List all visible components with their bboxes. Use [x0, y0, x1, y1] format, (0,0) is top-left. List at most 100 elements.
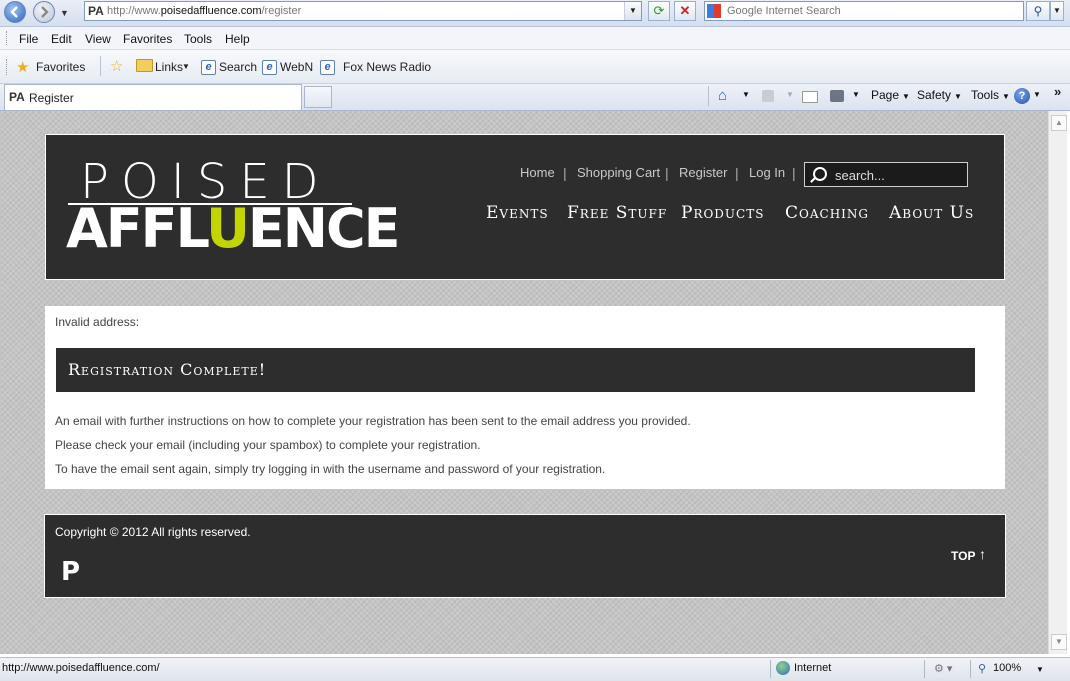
main-nav-coaching[interactable]: Coaching	[785, 203, 869, 223]
tab-title: Register	[29, 91, 74, 105]
main-content: Invalid address: Registration Complete! …	[45, 306, 1005, 489]
nav-home[interactable]: Home	[520, 165, 555, 180]
nav-shopping-cart[interactable]: Shopping Cart	[577, 165, 660, 180]
status-url: http://www.poisedaffluence.com/	[2, 662, 160, 674]
search-options-dropdown-icon[interactable]: ▼	[1050, 1, 1064, 21]
home-dropdown-icon[interactable]: ▼	[742, 90, 750, 99]
address-toolbar: ▼ PA http://www.poisedaffluence.com/regi…	[0, 0, 1070, 27]
help-dropdown-icon[interactable]: ▼	[1033, 90, 1041, 99]
main-nav-free-stuff[interactable]: Free Stuff	[567, 203, 667, 223]
nav-separator: |	[563, 165, 567, 181]
ie-page-icon: e	[320, 60, 335, 75]
tab-register[interactable]: PA Register	[4, 84, 302, 110]
status-divider	[970, 660, 971, 678]
nav-log-in[interactable]: Log In	[749, 165, 785, 180]
nav-separator: |	[735, 165, 739, 181]
print-dropdown-icon[interactable]: ▼	[852, 90, 860, 99]
search-icon	[813, 167, 827, 181]
page-viewport: POISED AFFLUENCE Home | Shopping Cart | …	[0, 111, 1048, 654]
stop-icon: ✕	[679, 3, 691, 18]
command-divider	[708, 86, 709, 106]
favorite-link-search[interactable]: Search	[219, 60, 257, 74]
scroll-up-icon[interactable]: ▲	[1051, 115, 1067, 131]
favorite-link-fox-news-radio[interactable]: Fox News Radio	[343, 60, 431, 74]
nav-register[interactable]: Register	[679, 165, 727, 180]
safety-menu-button[interactable]: Safety ▼	[917, 88, 962, 102]
address-url: http://www.poisedaffluence.com/register	[107, 5, 302, 17]
address-field[interactable]: PA http://www.poisedaffluence.com/regist…	[84, 1, 642, 21]
refresh-button[interactable]: ⟳	[648, 1, 670, 21]
status-bar: http://www.poisedaffluence.com/ Internet…	[0, 657, 1070, 681]
feeds-icon[interactable]	[762, 90, 774, 102]
home-icon[interactable]: ⌂	[718, 87, 727, 104]
web-search-button[interactable]: ⚲	[1026, 1, 1050, 21]
footer-logo: P	[61, 557, 81, 587]
ie-page-icon: e	[201, 60, 216, 75]
main-nav-products[interactable]: Products	[681, 203, 764, 223]
links-folder-icon	[136, 59, 153, 72]
web-search-field[interactable]: Google Internet Search	[704, 1, 1024, 21]
main-nav-about-us[interactable]: About Us	[889, 203, 974, 223]
new-tab-button[interactable]	[304, 86, 332, 108]
links-dropdown-icon[interactable]: ▼	[182, 62, 190, 71]
back-button[interactable]	[4, 1, 26, 23]
favorites-star-icon[interactable]: ★	[16, 58, 29, 76]
menu-help[interactable]: Help	[225, 32, 250, 46]
read-mail-icon[interactable]	[802, 91, 818, 103]
links-folder[interactable]: Links	[155, 60, 183, 74]
forward-button[interactable]	[33, 1, 55, 23]
feeds-dropdown-icon[interactable]: ▼	[786, 90, 794, 99]
refresh-icon: ⟳	[653, 3, 665, 18]
copyright-text: Copyright © 2012 All rights reserved.	[55, 525, 251, 539]
main-nav-events[interactable]: Events	[486, 203, 549, 223]
favorites-bar: ★ Favorites ☆ Links ▼ e Search e WebN e …	[0, 50, 1070, 84]
ie-page-icon: e	[262, 60, 277, 75]
zoom-icon: ⚲	[978, 663, 987, 675]
security-zone-label: Internet	[794, 662, 832, 674]
stop-button[interactable]: ✕	[674, 1, 696, 21]
registration-complete-banner: Registration Complete!	[56, 348, 975, 392]
back-arrow-icon	[10, 6, 18, 18]
back-to-top-link[interactable]: TOP	[951, 549, 975, 563]
add-favorite-icon[interactable]: ☆	[110, 57, 123, 75]
recent-pages-dropdown-icon[interactable]: ▼	[60, 8, 69, 18]
site-search-placeholder: search...	[835, 168, 885, 183]
menu-tools[interactable]: Tools	[184, 32, 212, 46]
print-icon[interactable]	[830, 90, 844, 102]
vertical-scrollbar[interactable]: ▲ ▼	[1048, 111, 1067, 654]
status-divider	[770, 660, 771, 678]
favorites-grip	[6, 59, 9, 75]
toolbar-overflow-chevron[interactable]: »	[1054, 84, 1061, 99]
up-arrow-icon[interactable]: ↑	[979, 546, 986, 562]
protected-mode-icon[interactable]: ⚙ ▾	[934, 662, 952, 675]
favorites-divider	[100, 56, 101, 76]
site-search-input[interactable]: search...	[804, 162, 968, 187]
menu-favorites[interactable]: Favorites	[123, 32, 172, 46]
banner-title: Registration Complete!	[68, 360, 267, 379]
search-icon: ⚲	[1033, 4, 1043, 18]
page-menu-button[interactable]: Page ▼	[871, 88, 910, 102]
favorites-button[interactable]: Favorites	[36, 60, 85, 74]
site-footer: Copyright © 2012 All rights reserved. P …	[44, 514, 1006, 598]
zoom-dropdown-icon[interactable]: ▼	[1036, 665, 1044, 674]
invalid-address-text: Invalid address:	[55, 315, 140, 329]
status-divider	[924, 660, 925, 678]
zoom-level[interactable]: 100%	[993, 662, 1021, 674]
instructions-paragraph: An email with further instructions on ho…	[55, 414, 691, 428]
forward-arrow-icon	[41, 6, 49, 18]
web-search-placeholder: Google Internet Search	[727, 5, 841, 17]
google-icon	[707, 4, 721, 18]
menu-file[interactable]: File	[19, 32, 38, 46]
internet-zone-icon	[776, 661, 790, 675]
favorite-link-webn[interactable]: WebN	[280, 60, 313, 74]
menu-view[interactable]: View	[85, 32, 111, 46]
resend-paragraph: To have the email sent again, simply try…	[55, 462, 606, 476]
site-favicon: PA	[88, 4, 104, 18]
nav-separator: |	[665, 165, 669, 181]
help-icon[interactable]: ?	[1014, 88, 1030, 104]
tools-menu-button[interactable]: Tools ▼	[971, 88, 1010, 102]
spambox-paragraph: Please check your email (including your …	[55, 438, 481, 452]
menu-edit[interactable]: Edit	[51, 32, 72, 46]
scroll-down-icon[interactable]: ▼	[1051, 634, 1067, 650]
address-dropdown-icon[interactable]: ▼	[624, 2, 641, 20]
